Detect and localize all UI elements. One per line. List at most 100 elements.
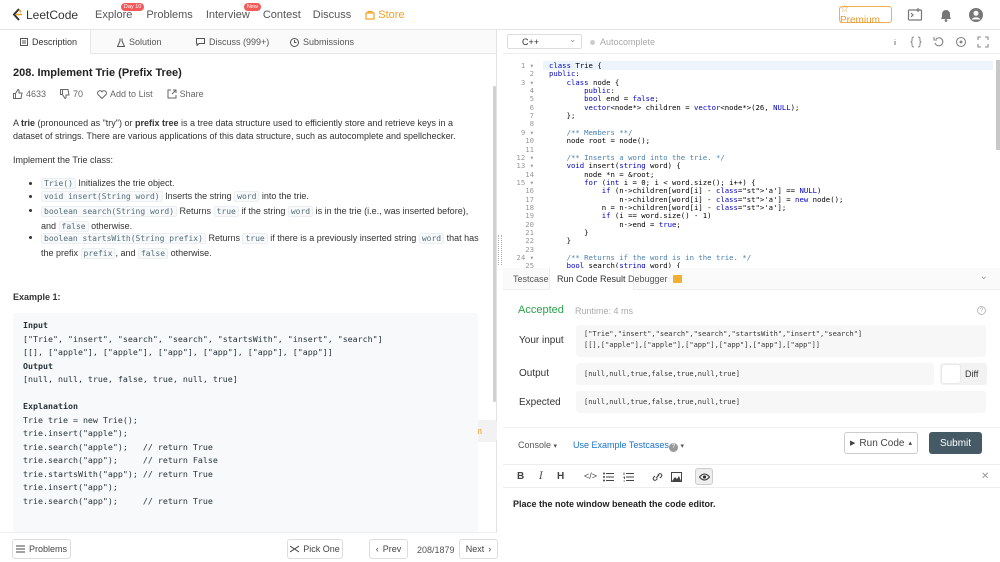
code-icon[interactable]: </> <box>584 471 597 481</box>
code-line: }; <box>549 111 576 121</box>
add-to-list-label: Add to List <box>110 89 153 99</box>
help-dropdown[interactable]: ? ▾ <box>669 440 684 452</box>
tab-discuss[interactable]: Discuss (999+) <box>196 30 269 54</box>
diff-label: Diff <box>965 369 979 379</box>
nav-discuss[interactable]: Discuss <box>313 0 352 30</box>
heart-icon <box>97 89 107 99</box>
link-icon[interactable] <box>652 472 663 482</box>
dislikes-count: 70 <box>73 89 84 99</box>
discuss-icon <box>196 38 205 46</box>
tab-submissions-label: Submissions <box>303 37 355 47</box>
tab-description-label: Description <box>32 37 78 47</box>
like-button[interactable]: 4633 <box>13 89 46 99</box>
autocomplete-label: Autocomplete <box>600 37 656 47</box>
language-select[interactable]: C++ ⌄ <box>507 34 582 49</box>
braces-icon[interactable] <box>910 36 922 48</box>
example-line: trie.startsWith("app"); // return True <box>23 469 213 479</box>
fullscreen-icon[interactable] <box>977 36 989 48</box>
close-icon[interactable]: ✕ <box>981 471 989 482</box>
next-button[interactable]: Next › <box>459 539 498 559</box>
tab-description[interactable]: Description <box>0 30 91 54</box>
top-navbar: LeetCode Explore Day 10 Problems Intervie… <box>0 0 1000 30</box>
nav-explore[interactable]: Explore Day 10 <box>95 0 145 30</box>
submit-button[interactable]: Submit <box>929 432 982 454</box>
problems-list-button[interactable]: Problems <box>12 539 71 559</box>
diff-switch[interactable] <box>942 365 960 383</box>
example-line: trie.insert("app"); <box>23 482 118 492</box>
tab-debugger[interactable]: Debugger <box>628 268 682 290</box>
expected-label: Expected <box>519 397 561 408</box>
expected-value: [null,null,true,false,true,null,true] <box>576 391 986 413</box>
language-value: C++ <box>522 36 540 47</box>
your-input-label: Your input <box>519 335 564 346</box>
example-line: Trie trie = new Trie(); <box>23 415 138 425</box>
prev-button[interactable]: ‹ Prev <box>369 539 408 559</box>
premium-button[interactable]: ☆ Premium <box>839 4 892 26</box>
notification-bell-icon[interactable] <box>938 7 954 23</box>
nav-store-label: Store <box>378 8 405 21</box>
use-example-testcases-link[interactable]: Use Example Testcases <box>573 440 669 450</box>
debugger-label: Debugger <box>628 274 668 284</box>
numbered-list-icon[interactable] <box>623 472 634 482</box>
bold-icon[interactable]: B <box>517 471 524 482</box>
dislike-button[interactable]: 70 <box>60 89 83 99</box>
heading-icon[interactable]: H <box>557 471 564 482</box>
tab-solution-label: Solution <box>129 37 162 47</box>
description-scrollbar[interactable] <box>493 86 496 402</box>
prev-label: Prev <box>382 544 402 554</box>
run-code-label: Run Code <box>859 437 905 449</box>
example-line: [[], ["apple"], ["apple"], ["app"], ["ap… <box>23 347 333 357</box>
share-icon <box>167 89 177 99</box>
pick-one-button[interactable]: Pick One <box>287 539 343 559</box>
reset-icon[interactable] <box>933 36 945 48</box>
nav-contest[interactable]: Contest <box>263 0 301 30</box>
bullet-list-icon[interactable] <box>603 472 614 482</box>
code-panel: C++ ⌄ Autocomplete 1 ▾ class Trie {2 publi… <box>498 30 1000 562</box>
tab-testcase[interactable]: Testcase <box>513 268 549 290</box>
problem-title: 208. Implement Trie (Prefix Tree) <box>13 67 182 79</box>
play-icon: ▶ <box>850 440 856 447</box>
example-line: [null, null, true, false, true, null, tr… <box>23 374 238 384</box>
autocomplete-toggle[interactable]: Autocomplete <box>590 37 655 47</box>
add-to-list-button[interactable]: Add to List <box>97 89 153 99</box>
left-tabs: Description Solution Discuss (999+) Subm… <box>0 30 496 54</box>
diff-toggle[interactable]: Diff <box>940 363 987 385</box>
example-line: trie.search("app"); // return False <box>23 455 218 465</box>
help-icon[interactable]: ? <box>977 306 986 315</box>
user-avatar-icon[interactable] <box>968 7 984 23</box>
example-line: ["Trie", "insert", "search", "search", "… <box>23 334 383 344</box>
tab-submissions[interactable]: Submissions <box>290 30 354 54</box>
settings-icon[interactable] <box>955 36 967 48</box>
info-icon[interactable] <box>889 36 901 48</box>
code-editor[interactable]: 1 ▾ class Trie {2 public: 3 ▾ class node {… <box>503 57 1000 293</box>
editor-toolbar: C++ ⌄ Autocomplete <box>503 30 1000 54</box>
share-button[interactable]: Share <box>167 89 204 99</box>
description-icon <box>20 38 28 46</box>
editor-scrollbar[interactable] <box>996 60 1000 150</box>
explore-badge: Day 10 <box>120 2 145 11</box>
resize-handle[interactable] <box>498 235 502 265</box>
note-content[interactable]: Place the note window beneath the code e… <box>513 499 716 509</box>
problem-pager: 208/1879 <box>417 545 455 555</box>
runtime-label: Runtime: 4 ms <box>575 306 634 316</box>
tab-solution[interactable]: Solution <box>117 30 162 54</box>
problem-footer: Problems Pick One ‹ Prev 208/1879 Next › <box>0 532 498 562</box>
list-item: void insert(String word) Inserts the str… <box>29 190 481 203</box>
tab-run-code-result[interactable]: Run Code Result <box>549 268 634 290</box>
code-line: node root = node(); <box>549 136 651 146</box>
italic-icon[interactable]: I <box>539 471 543 482</box>
console-toggle[interactable]: Console ▾ <box>518 440 557 450</box>
run-code-button[interactable]: ▶ Run Code ▴ <box>844 432 918 454</box>
nav-interview[interactable]: Interview New <box>206 0 261 30</box>
problem-meta: Medium 4633 70 Add to List Share <box>13 87 497 442</box>
preview-eye-icon[interactable] <box>695 468 713 485</box>
image-icon[interactable] <box>671 472 682 482</box>
leetcode-logo[interactable]: LeetCode <box>12 0 78 30</box>
flask-icon <box>117 38 125 47</box>
nav-store[interactable]: Store <box>365 0 405 30</box>
collapse-chevron-icon[interactable]: ⌄ <box>980 271 988 282</box>
next-label: Next <box>465 544 485 554</box>
nav-problems[interactable]: Problems <box>146 0 192 30</box>
playground-icon[interactable] <box>907 7 923 23</box>
description-panel: Description Solution Discuss (999+) Subm… <box>0 30 498 562</box>
